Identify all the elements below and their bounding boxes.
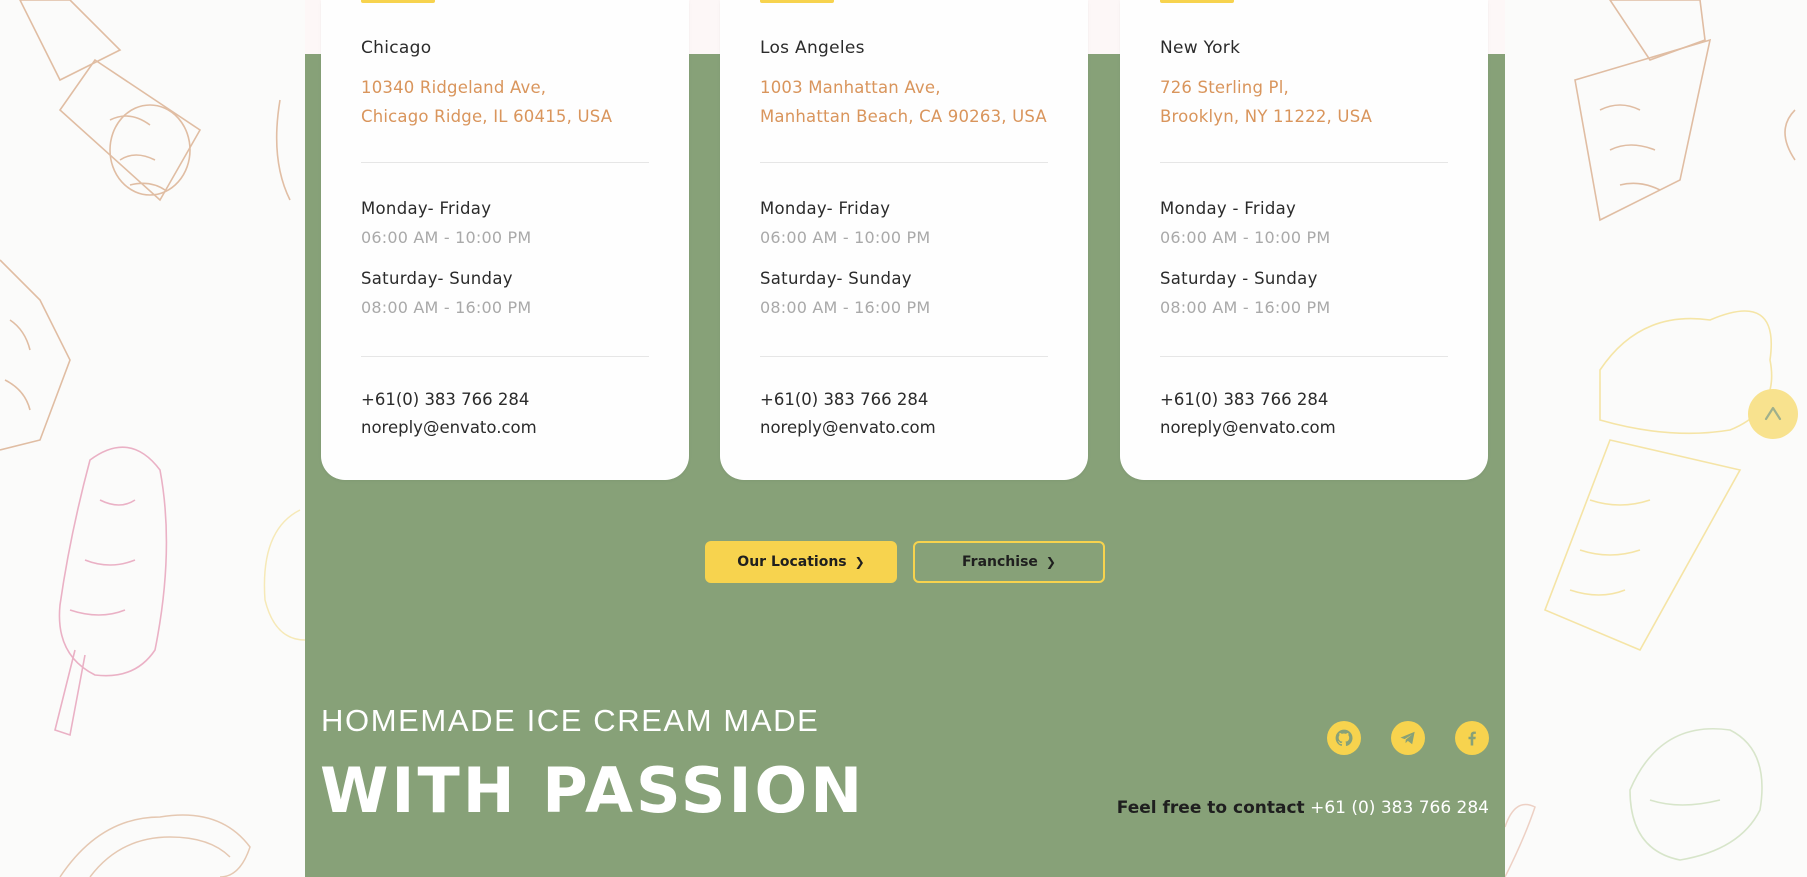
franchise-label: Franchise: [962, 554, 1038, 570]
location-address[interactable]: 726 Sterling Pl, Brooklyn, NY 11222, USA: [1160, 73, 1372, 131]
weekend-hours: 08:00 AM - 16:00 PM: [760, 298, 931, 317]
left-yellow-cone-illustration: [263, 509, 306, 641]
contact-label: Feel free to contact: [1116, 798, 1305, 818]
our-locations-button[interactable]: Our Locations ❯: [705, 541, 897, 583]
weekend-label: Saturday- Sunday: [361, 269, 513, 288]
location-card-new-york: New York 726 Sterling Pl, Brooklyn, NY 1…: [1120, 0, 1488, 480]
weekday-hours: 06:00 AM - 10:00 PM: [1160, 228, 1331, 247]
footer-tagline-top: HOMEMADE ICE CREAM MADE: [321, 703, 820, 738]
weekday-label: Monday - Friday: [1160, 199, 1297, 218]
chevron-right-icon: ❯: [854, 555, 865, 569]
left-cone-illustration: [0, 0, 291, 451]
bottom-right-swirl-illustration: [1504, 803, 1536, 877]
location-card-los-angeles: Los Angeles 1003 Manhattan Ave, Manhatta…: [720, 0, 1088, 480]
location-email[interactable]: noreply@envato.com: [1160, 418, 1336, 437]
card-accent-bar: [361, 0, 435, 3]
location-city: Chicago: [361, 38, 432, 58]
scroll-to-top-button[interactable]: [1748, 389, 1798, 439]
location-address[interactable]: 10340 Ridgeland Ave, Chicago Ridge, IL 6…: [361, 73, 612, 131]
card-accent-bar: [1160, 0, 1234, 3]
popsicle-illustration: [54, 446, 168, 737]
address-line-1: 1003 Manhattan Ave,: [760, 78, 941, 97]
divider: [760, 356, 1048, 357]
telegram-icon[interactable]: [1391, 721, 1425, 755]
weekday-label: Monday- Friday: [361, 199, 492, 218]
github-icon[interactable]: [1327, 721, 1361, 755]
address-line-2: Chicago Ridge, IL 60415, USA: [361, 107, 613, 126]
weekend-label: Saturday- Sunday: [760, 269, 912, 288]
weekday-hours: 06:00 AM - 10:00 PM: [361, 228, 532, 247]
weekend-hours: 08:00 AM - 16:00 PM: [1160, 298, 1331, 317]
location-city: New York: [1160, 38, 1241, 58]
caret-up-icon: [1764, 406, 1782, 421]
location-phone[interactable]: +61(0) 383 766 284: [1160, 390, 1328, 409]
our-locations-label: Our Locations: [737, 554, 847, 570]
location-phone[interactable]: +61(0) 383 766 284: [361, 390, 529, 409]
location-phone[interactable]: +61(0) 383 766 284: [760, 390, 928, 409]
divider: [1160, 356, 1448, 357]
bottom-left-swirl-illustration: [59, 814, 251, 877]
facebook-icon[interactable]: [1455, 721, 1489, 755]
divider: [361, 162, 649, 163]
card-accent-bar: [760, 0, 834, 3]
chevron-right-icon: ❯: [1045, 555, 1056, 569]
address-line-1: 10340 Ridgeland Ave,: [361, 78, 547, 97]
divider: [1160, 162, 1448, 163]
contact-number[interactable]: +61 (0) 383 766 284: [1310, 798, 1489, 818]
address-line-2: Brooklyn, NY 11222, USA: [1160, 107, 1373, 126]
address-line-1: 726 Sterling Pl,: [1160, 78, 1289, 97]
location-email[interactable]: noreply@envato.com: [361, 418, 537, 437]
franchise-button[interactable]: Franchise ❯: [913, 541, 1105, 583]
location-card-chicago: Chicago 10340 Ridgeland Ave, Chicago Rid…: [321, 0, 689, 480]
divider: [361, 356, 649, 357]
weekend-hours: 08:00 AM - 16:00 PM: [361, 298, 532, 317]
location-address[interactable]: 1003 Manhattan Ave, Manhattan Beach, CA …: [760, 73, 1047, 131]
address-line-2: Manhattan Beach, CA 90263, USA: [760, 107, 1047, 126]
location-city: Los Angeles: [760, 38, 865, 58]
weekend-label: Saturday - Sunday: [1160, 269, 1318, 288]
weekday-label: Monday- Friday: [760, 199, 891, 218]
right-cone-illustration: [1574, 0, 1796, 222]
footer-contact: Feel free to contact +61 (0) 383 766 284: [1117, 798, 1489, 818]
footer-tagline-bottom: WITH PASSION: [320, 754, 866, 827]
right-green-scoop-illustration: [1629, 728, 1763, 861]
weekday-hours: 06:00 AM - 10:00 PM: [760, 228, 931, 247]
divider: [760, 162, 1048, 163]
right-yellow-cone-illustration: [1543, 310, 1773, 652]
location-email[interactable]: noreply@envato.com: [760, 418, 936, 437]
